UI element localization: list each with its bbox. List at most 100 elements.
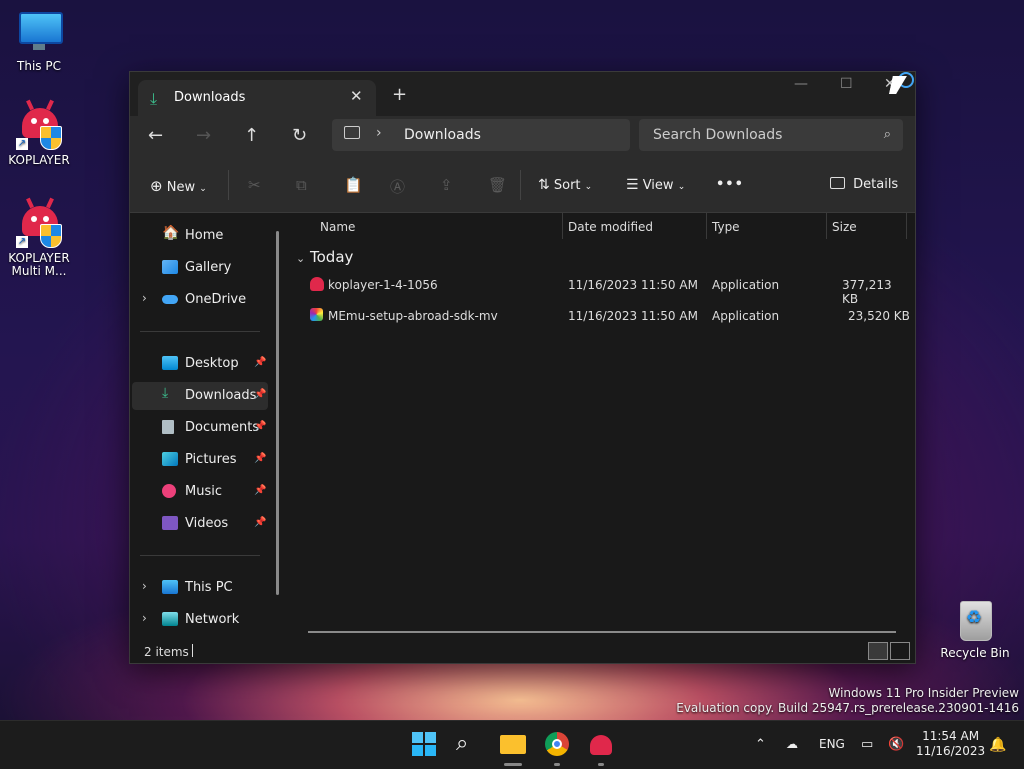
horizontal-scrollbar[interactable]: [308, 631, 896, 633]
network-icon[interactable]: ▭: [861, 737, 873, 752]
new-button[interactable]: ⊕ New ⌄: [150, 177, 207, 195]
clock[interactable]: 11:54 AM 11/16/2023: [916, 729, 985, 759]
address-bar[interactable]: › Downloads: [332, 119, 630, 151]
column-header-date-modified[interactable]: Date modified: [568, 220, 653, 234]
desktop-icon-this-pc[interactable]: This PC: [2, 10, 76, 73]
file-explorer-taskbar-icon[interactable]: [500, 731, 526, 766]
column-header-type[interactable]: Type: [712, 220, 740, 234]
chevron-right-icon[interactable]: ›: [142, 579, 147, 593]
pin-icon: 📌: [254, 421, 267, 432]
nav-item-network[interactable]: › Network: [132, 606, 268, 634]
desktop-icon-label: This PC: [17, 59, 61, 73]
forward-button[interactable]: →: [196, 125, 211, 146]
koplayer-file-icon: [310, 277, 324, 291]
group-label: Today: [310, 248, 354, 266]
desktop-icon-koplayer[interactable]: ↗ KOPLAYER: [2, 104, 76, 167]
pictures-icon: [162, 452, 178, 466]
search-box[interactable]: Search Downloads ⌕: [639, 119, 903, 151]
new-tab-button[interactable]: +: [392, 84, 407, 105]
uac-shield-icon: [40, 126, 62, 150]
file-list: Name Date modified Type Size ⌄ Today kop…: [290, 213, 915, 653]
chevron-right-icon[interactable]: ›: [142, 611, 147, 625]
view-button[interactable]: ☰ View ⌄: [626, 177, 685, 193]
sort-button[interactable]: ⇅ Sort ⌄: [538, 177, 592, 193]
nav-pane-scrollbar[interactable]: [276, 231, 279, 595]
column-header-name[interactable]: Name: [320, 220, 355, 234]
network-icon: [162, 612, 178, 626]
desktop-icon-recycle-bin[interactable]: ♻ Recycle Bin: [938, 597, 1012, 660]
close-tab-icon[interactable]: ✕: [350, 87, 363, 105]
nav-item-onedrive[interactable]: › OneDrive: [132, 286, 268, 314]
delete-icon[interactable]: 🗑: [488, 176, 507, 194]
refresh-button[interactable]: ↻: [292, 125, 307, 146]
rename-icon[interactable]: Ⓐ: [390, 176, 405, 197]
file-type: Application: [712, 278, 780, 292]
notification-bell-icon[interactable]: 🔔: [989, 737, 1006, 753]
cut-icon[interactable]: ✂: [248, 176, 261, 194]
search-input[interactable]: Search Downloads: [653, 127, 782, 143]
paste-icon[interactable]: 📋: [344, 176, 363, 194]
start-button[interactable]: [411, 731, 437, 757]
file-size: 23,520 KB: [848, 309, 910, 323]
back-button[interactable]: ←: [148, 125, 163, 146]
nav-item-home[interactable]: 🏠 Home: [132, 222, 268, 250]
file-date: 11/16/2023 11:50 AM: [568, 278, 698, 292]
chevron-up-icon[interactable]: ⌃: [755, 737, 766, 752]
koplayer-taskbar-icon[interactable]: [588, 731, 614, 766]
nav-label: Pictures: [185, 452, 237, 467]
download-icon: ⤓: [162, 385, 169, 401]
group-header-today[interactable]: ⌄ Today: [296, 248, 353, 266]
desktop-icon-label: Recycle Bin: [940, 646, 1010, 660]
search-icon[interactable]: ⌕: [456, 731, 482, 757]
home-icon: 🏠: [162, 225, 180, 241]
file-type: Application: [712, 309, 780, 323]
plus-circle-icon: ⊕: [150, 177, 163, 195]
pin-icon: 📌: [254, 389, 267, 400]
up-button[interactable]: ↑: [244, 125, 259, 146]
details-pane-button[interactable]: Details: [830, 177, 898, 192]
maximize-button[interactable]: ☐: [840, 76, 853, 92]
nav-item-this-pc[interactable]: › This PC: [132, 574, 268, 602]
large-icons-view-button[interactable]: [890, 642, 910, 660]
chevron-right-icon[interactable]: ›: [142, 291, 147, 305]
share-icon[interactable]: ⇪: [440, 176, 453, 194]
nav-item-desktop[interactable]: Desktop 📌: [132, 350, 268, 378]
volume-muted-icon[interactable]: 🔇: [888, 737, 904, 752]
pin-icon: 📌: [254, 517, 267, 528]
chrome-icon[interactable]: [544, 731, 570, 766]
more-options-button[interactable]: •••: [716, 177, 744, 192]
nav-item-music[interactable]: Music 📌: [132, 478, 268, 506]
tab-downloads[interactable]: ⤓ Downloads ✕: [138, 80, 376, 116]
sort-icon: ⇅: [538, 177, 550, 193]
table-row[interactable]: koplayer-1-4-1056 11/16/2023 11:50 AM Ap…: [300, 272, 910, 306]
file-name: MEmu-setup-abroad-sdk-mv: [328, 309, 498, 323]
nav-item-pictures[interactable]: Pictures 📌: [132, 446, 268, 474]
minimize-button[interactable]: —: [794, 76, 808, 92]
desktop-icon-koplayer-multi[interactable]: ↗ KOPLAYER Multi M...: [2, 202, 76, 278]
details-view-button[interactable]: [868, 642, 888, 660]
view-list-icon: ☰: [626, 177, 639, 193]
nav-item-gallery[interactable]: Gallery: [132, 254, 268, 282]
nav-label: Gallery: [185, 260, 232, 275]
cloud-offline-icon[interactable]: ☁: [786, 737, 798, 751]
desktop-icon-label: KOPLAYER: [8, 153, 70, 167]
nav-item-downloads[interactable]: ⤓ Downloads 📌: [132, 382, 268, 410]
pin-icon: 📌: [254, 485, 267, 496]
watermark-line1: Windows 11 Pro Insider Preview: [828, 686, 1019, 700]
nav-item-documents[interactable]: Documents 📌: [132, 414, 268, 442]
cloud-icon: [162, 295, 178, 304]
nav-label: Downloads: [185, 388, 257, 403]
video-icon: [162, 516, 178, 530]
pin-icon: 📌: [254, 357, 267, 368]
column-header-size[interactable]: Size: [832, 220, 857, 234]
breadcrumb-downloads[interactable]: Downloads: [404, 127, 481, 143]
document-icon: [162, 420, 174, 434]
koplayer-icon: ↗: [16, 104, 62, 150]
language-indicator[interactable]: ENG: [819, 737, 845, 751]
table-row[interactable]: MEmu-setup-abroad-sdk-mv 11/16/2023 11:5…: [300, 303, 910, 331]
gallery-icon: [162, 260, 178, 274]
nav-item-videos[interactable]: Videos 📌: [132, 510, 268, 538]
copy-icon[interactable]: ⧉: [296, 176, 307, 194]
details-label: Details: [853, 177, 899, 192]
divider: [192, 644, 193, 657]
